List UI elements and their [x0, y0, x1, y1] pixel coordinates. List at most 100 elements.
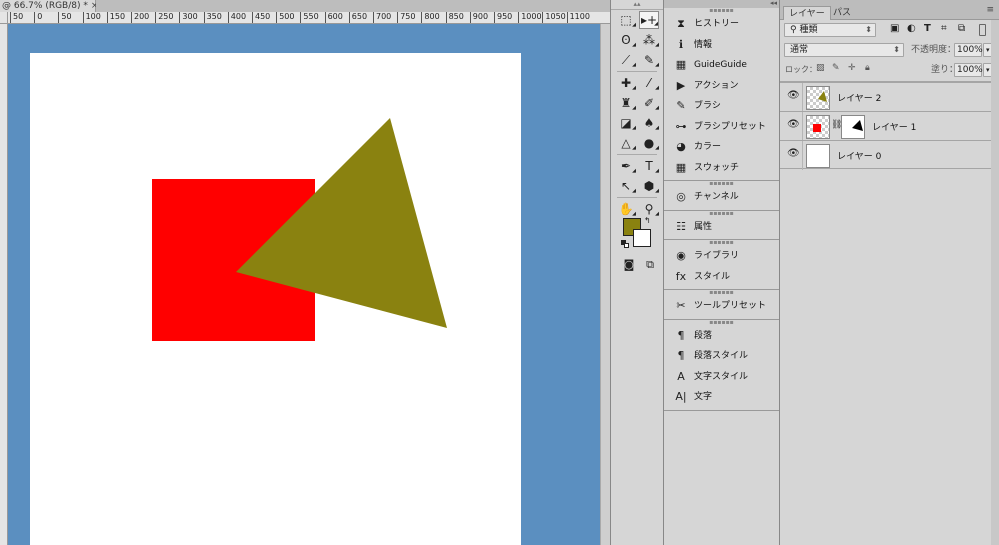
tool-row: △ ◢ ● ◢	[611, 133, 663, 153]
guideguide-icon: ▦	[675, 58, 687, 71]
healing-brush-tool-icon[interactable]: ✚ ◢	[616, 74, 636, 92]
dock-item-tool-presets[interactable]: ✂ ツールプリセット	[664, 296, 779, 317]
shape-tool-icon[interactable]: ⬢ ◢	[639, 177, 659, 195]
dock-item-info[interactable]: ℹ 情報	[664, 35, 779, 56]
hand-tool-icon[interactable]: ✋ ◢	[616, 200, 636, 218]
document-tab-title: @ 66.7% (RGB/8) *	[2, 1, 88, 11]
layer-row[interactable]: 👁︎ レイヤー 0	[780, 140, 999, 170]
dock-item-label: 段落スタイル	[694, 351, 749, 361]
dock-item-brush-presets[interactable]: ⊶ ブラシプリセット	[664, 117, 779, 138]
lock-all-icon[interactable]: 🔒︎	[865, 63, 870, 73]
tab-layers[interactable]: レイヤー	[783, 6, 831, 20]
dock-groups: ▪▪▪▪▪▪ ⧗ ヒストリー ℹ 情報 ▦ GuideGuide ▶ アクション ✎ ブラシ ⊶ ブラシ…	[664, 8, 779, 411]
crop-tool-icon[interactable]: ⟋ ◢	[616, 51, 636, 69]
tool-separator	[617, 71, 657, 72]
layer-row[interactable]: 👁︎ ⛓ レイヤー 1	[780, 111, 999, 141]
filter-toggle-icon[interactable]	[979, 24, 986, 36]
visibility-eye-icon[interactable]: 👁︎	[787, 148, 800, 159]
dock-item-history[interactable]: ⧗ ヒストリー	[664, 14, 779, 35]
dock-item-brush[interactable]: ✎ ブラシ	[664, 96, 779, 117]
dock-item-actions[interactable]: ▶ アクション	[664, 76, 779, 97]
dock-item-swatches[interactable]: ▦ スウォッチ	[664, 158, 779, 179]
dock-item-styles[interactable]: fx スタイル	[664, 267, 779, 288]
ruler-tick-label: 1000	[518, 12, 542, 23]
move-tool-icon[interactable]: ▸+ ◢	[639, 11, 659, 29]
panel-menu-icon[interactable]: ≡	[986, 5, 994, 15]
ruler-tick-label: 850	[445, 12, 464, 23]
blur-tool-glyph: △	[621, 136, 631, 150]
opacity-field[interactable]: 100%	[954, 43, 983, 57]
type-tool-icon[interactable]: T ◢	[639, 157, 659, 175]
dock-item-color[interactable]: ◕ カラー	[664, 137, 779, 158]
dock-item-libraries[interactable]: ◉ ライブラリ	[664, 246, 779, 267]
flyout-indicator-icon: ◢	[632, 42, 636, 48]
lock-pixels-icon[interactable]: ✎	[832, 63, 840, 73]
document-tab[interactable]: @ 66.7% (RGB/8) * ×	[0, 0, 98, 12]
filter-shape-icon[interactable]: ⌗	[941, 23, 947, 34]
dock-item-paragraph-styles[interactable]: ¶ 段落スタイル	[664, 346, 779, 367]
flyout-indicator-icon: ◢	[655, 105, 659, 111]
ruler-tick-label: 400	[227, 12, 246, 23]
filter-adjustment-icon[interactable]: ◐	[907, 23, 916, 34]
tools-panel-grip[interactable]: ▴▴	[611, 0, 663, 10]
history-brush-tool-icon[interactable]: ✐ ◢	[639, 94, 659, 112]
dock-item-properties[interactable]: ☷ 属性	[664, 217, 779, 238]
eraser-tool-icon[interactable]: ◪ ◢	[616, 114, 636, 132]
dock-item-character-styles[interactable]: A 文字スタイル	[664, 367, 779, 388]
filter-type-icon[interactable]: T	[924, 23, 931, 34]
pen-tool-icon[interactable]: ✒ ◢	[616, 157, 636, 175]
document-canvas[interactable]	[30, 53, 521, 545]
dock-panel-group: ▪▪▪▪▪▪ ◉ ライブラリ fx スタイル	[664, 240, 779, 290]
shape-tool-glyph: ⬢	[643, 179, 655, 193]
eyedropper-tool-icon[interactable]: ✎ ◢	[639, 51, 659, 69]
dock-item-guideguide[interactable]: ▦ GuideGuide	[664, 55, 779, 76]
vertical-ruler[interactable]	[0, 24, 8, 545]
flyout-indicator-icon: ◢	[655, 42, 659, 48]
flyout-indicator-icon: ◢	[632, 211, 636, 217]
blend-mode-select[interactable]: 通常 ⬍	[784, 43, 904, 57]
document-scrollbar[interactable]	[600, 24, 610, 545]
olive-triangle-shape[interactable]	[30, 53, 521, 545]
horizontal-ruler[interactable]: 50 0 50 100 150 200 250 300 350 400 450 500 550 600 65…	[8, 12, 610, 24]
layer-mask-thumbnail[interactable]	[841, 115, 865, 139]
collapse-icon[interactable]: ◂◂	[770, 0, 777, 7]
screen-mode-icon[interactable]: ⧉	[640, 256, 660, 274]
visibility-eye-icon[interactable]: 👁︎	[787, 90, 800, 101]
filter-kind-select[interactable]: ⚲ 種類 ⬍	[784, 23, 876, 37]
tab-paths[interactable]: パス	[828, 6, 856, 20]
properties-icon: ☷	[676, 219, 686, 233]
lock-transparent-icon[interactable]: ▨	[816, 63, 825, 73]
dock-item-label: GuideGuide	[694, 60, 747, 70]
marquee-tool-icon[interactable]: ⬚ ◢	[616, 11, 636, 29]
eraser-tool-glyph: ◪	[620, 116, 632, 130]
magic-wand-tool-icon[interactable]: ⁂ ◢	[639, 31, 659, 49]
dock-topbar[interactable]: ◂◂	[664, 0, 779, 8]
quick-mask-icon[interactable]: ◙	[619, 256, 639, 274]
default-colors-icon[interactable]	[621, 240, 629, 248]
ruler-origin[interactable]	[0, 12, 8, 24]
lock-position-icon[interactable]: ✛	[848, 63, 856, 73]
fill-field[interactable]: 100%	[954, 63, 983, 77]
dock-item-label: アクション	[694, 80, 739, 91]
divider	[802, 83, 803, 112]
lasso-tool-icon[interactable]: ʘ ◢	[616, 31, 636, 49]
layers-scrollbar[interactable]	[991, 20, 999, 545]
dock-item-label: ヒストリー	[694, 19, 740, 29]
path-selection-tool-icon[interactable]: ↖ ◢	[616, 177, 636, 195]
background-color-swatch[interactable]	[633, 229, 651, 247]
paint-bucket-tool-icon[interactable]: ♠ ◢	[639, 114, 659, 132]
filter-pixel-icon[interactable]: ▣	[890, 23, 899, 34]
dodge-tool-glyph: ●	[643, 136, 655, 150]
dock-item-paragraph[interactable]: ¶ 段落	[664, 326, 779, 347]
dock-item-channels[interactable]: ◎ チャンネル	[664, 187, 779, 208]
clone-stamp-tool-icon[interactable]: ♜ ◢	[616, 94, 636, 112]
dock-item-character[interactable]: A| 文字	[664, 387, 779, 408]
brush-tool-icon[interactable]: ⁄ ◢	[639, 74, 659, 92]
swap-colors-icon[interactable]: ↰	[644, 216, 651, 225]
pen-tool-glyph: ✒	[620, 159, 632, 173]
filter-smart-object-icon[interactable]: ⧉	[958, 23, 965, 34]
blur-tool-icon[interactable]: △ ◢	[616, 134, 636, 152]
dodge-tool-icon[interactable]: ● ◢	[639, 134, 659, 152]
visibility-eye-icon[interactable]: 👁︎	[787, 119, 800, 130]
layer-row[interactable]: 👁︎ レイヤー 2	[780, 82, 999, 112]
